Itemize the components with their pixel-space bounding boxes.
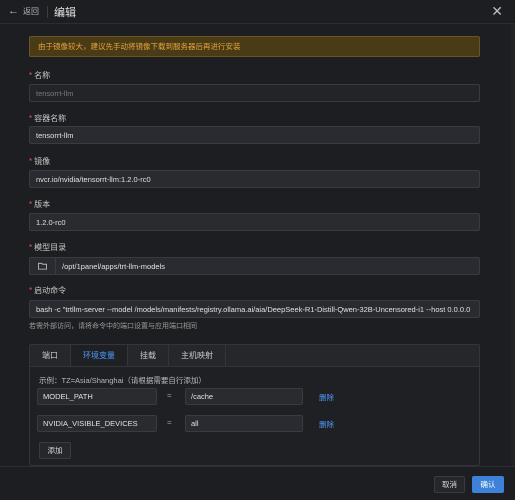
env-key-input[interactable]: MODEL_PATH bbox=[37, 388, 157, 405]
start-command-input[interactable]: bash -c "trtllm-server --model /models/m… bbox=[29, 300, 480, 318]
container-name-input[interactable]: tensorrt-llm bbox=[29, 126, 480, 144]
tab-mounts[interactable]: 挂载 bbox=[128, 345, 169, 366]
cancel-button[interactable]: 取消 bbox=[434, 476, 465, 493]
required-mark: * bbox=[29, 243, 33, 252]
version-input[interactable]: 1.2.0-rc0 bbox=[29, 213, 480, 231]
image-input[interactable]: nvcr.io/nvidia/tensorrt-llm:1.2.0-rc0 bbox=[29, 170, 480, 188]
back-label: 返回 bbox=[23, 7, 39, 16]
scrollbar[interactable] bbox=[511, 24, 515, 466]
env-key-input[interactable]: NVIDIA_VISIBLE_DEVICES bbox=[37, 415, 157, 432]
add-env-button[interactable]: 添加 bbox=[39, 442, 71, 459]
tab-host-mapping[interactable]: 主机映射 bbox=[169, 345, 226, 366]
required-mark: * bbox=[29, 286, 33, 295]
model-dir-label: * 模型目录 bbox=[29, 243, 67, 252]
start-command-hint: 若需外部访问，请将命令中的端口设置与应用端口相同 bbox=[29, 323, 197, 330]
folder-icon bbox=[38, 262, 47, 270]
back-button[interactable]: ← 返回 bbox=[8, 6, 39, 17]
model-dir-input[interactable]: /opt/1panel/apps/trt-llm-models bbox=[55, 257, 480, 275]
required-mark: * bbox=[29, 200, 33, 209]
env-example-text: 示例：TZ=Asia/Shanghai（请根据需要自行添加） bbox=[39, 376, 206, 385]
warning-alert: 由于镜像较大，建议先手动将镜像下载到服务器后再进行安装 bbox=[29, 36, 480, 57]
start-command-label: * 启动命令 bbox=[29, 286, 67, 295]
arrow-left-icon: ← bbox=[8, 5, 19, 17]
header-bar: ← 返回 编辑 ✕ bbox=[0, 0, 515, 24]
container-name-label: * 容器名称 bbox=[29, 114, 67, 123]
page-title: 编辑 bbox=[54, 6, 76, 19]
required-mark: * bbox=[29, 71, 33, 80]
name-input[interactable]: tensorrt-llm bbox=[29, 84, 480, 102]
header-divider bbox=[47, 5, 48, 18]
required-mark: * bbox=[29, 157, 33, 166]
confirm-button[interactable]: 确认 bbox=[472, 476, 504, 493]
tab-ports[interactable]: 端口 bbox=[30, 345, 71, 366]
version-label: * 版本 bbox=[29, 200, 51, 209]
required-mark: * bbox=[29, 114, 33, 123]
footer-bar: 取消 确认 bbox=[0, 466, 515, 500]
close-icon[interactable]: ✕ bbox=[491, 4, 503, 18]
image-label: * 镜像 bbox=[29, 157, 51, 166]
env-value-input[interactable]: all bbox=[185, 415, 303, 432]
equals-sign: = bbox=[167, 418, 172, 427]
tab-bar: 端口 环境变量 挂载 主机映射 bbox=[30, 345, 479, 367]
content-area: 由于镜像较大，建议先手动将镜像下载到服务器后再进行安装 bbox=[29, 36, 480, 57]
config-tabs-panel: 端口 环境变量 挂载 主机映射 示例：TZ=Asia/Shanghai（请根据需… bbox=[29, 344, 480, 466]
folder-select-button[interactable] bbox=[29, 257, 55, 275]
equals-sign: = bbox=[167, 391, 172, 400]
delete-env-link[interactable]: 删除 bbox=[319, 419, 334, 430]
env-value-input[interactable]: /cache bbox=[185, 388, 303, 405]
delete-env-link[interactable]: 删除 bbox=[319, 392, 334, 403]
tab-env-vars[interactable]: 环境变量 bbox=[71, 345, 128, 366]
name-label: * 名称 bbox=[29, 71, 51, 80]
